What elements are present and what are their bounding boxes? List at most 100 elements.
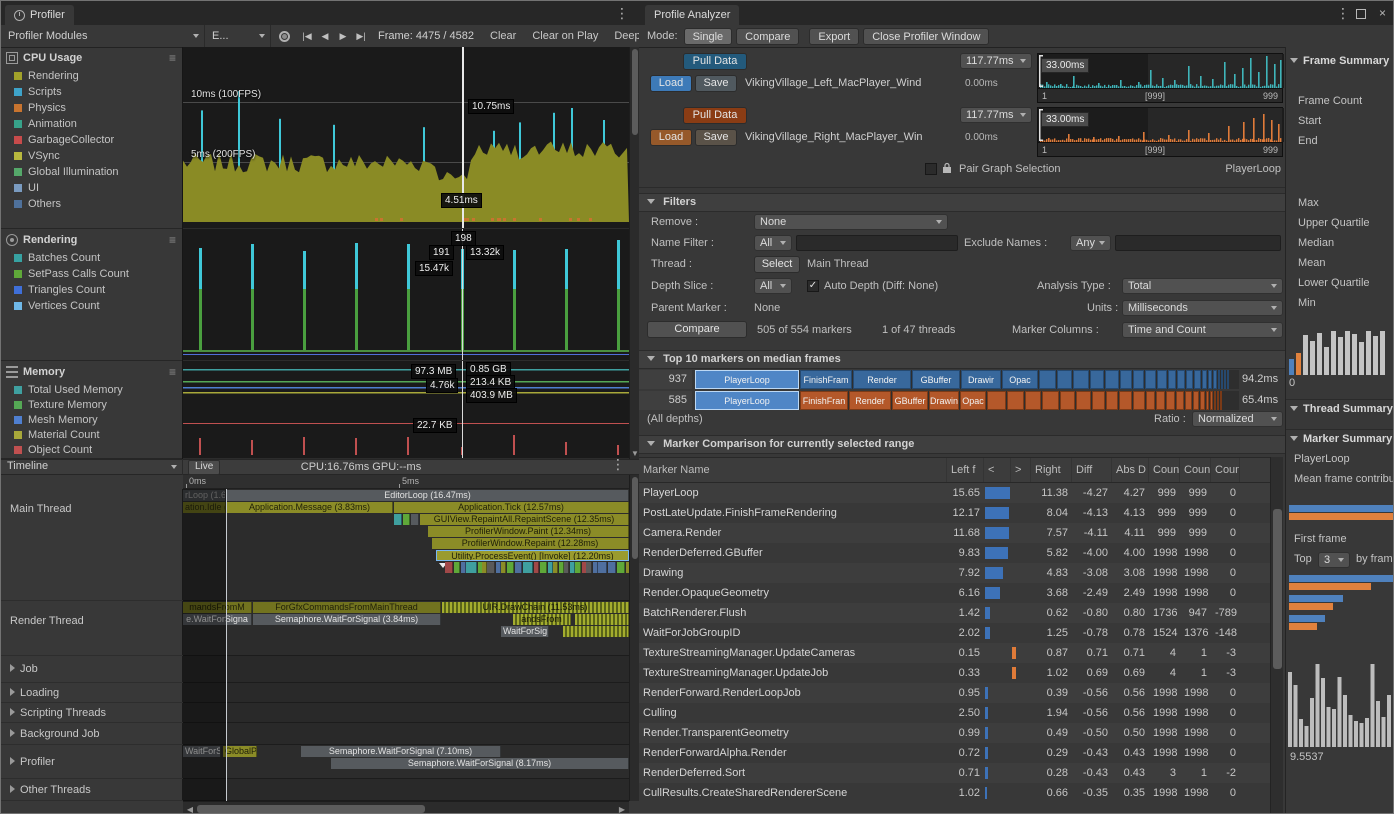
legend-item[interactable]: Rendering [1,68,182,84]
frame-time-graph[interactable]: 33.00ms1[999]999 [1037,53,1283,103]
timeline-block[interactable]: ForGfxCommandsFromMainThread [253,602,441,613]
marker-segment[interactable] [1213,370,1217,389]
ratio-dropdown[interactable]: Normalized [1192,411,1283,427]
save-button[interactable]: Save [695,75,737,92]
window-menu-icon[interactable]: ⋮ [615,4,629,22]
auto-depth-checkbox[interactable]: ✓ [807,280,819,292]
timeline-block[interactable] [445,562,453,573]
marker-segment[interactable] [1090,370,1104,389]
marker-segment[interactable] [1025,391,1041,410]
timeline-block[interactable] [403,514,410,525]
timeline-block[interactable] [540,562,547,573]
legend-item[interactable]: SetPass Calls Count [1,266,182,282]
timeline-menu-icon[interactable]: ⋮ [611,455,625,473]
legend-item[interactable]: GarbageCollector [1,132,182,148]
depth-slice-dropdown[interactable]: All [754,278,792,294]
marker-segment[interactable] [1206,391,1209,410]
maximize-icon[interactable] [1356,9,1366,19]
marker-segment[interactable]: FinishFram [800,370,852,389]
timeline-block[interactable]: UIR.DrawChain (11.53ms) [442,602,629,613]
timeline-block[interactable]: Semaphore.WaitForSignal (3.84ms) [253,614,441,625]
name-filter-mode-dropdown[interactable]: All [754,235,792,251]
legend-item[interactable]: Physics [1,100,182,116]
export-button[interactable]: Export [809,28,859,45]
module-header[interactable]: Memory≡ [1,361,182,382]
column-header[interactable]: Right [1031,458,1072,482]
marker-row[interactable]: TextureStreamingManager.UpdateJob0.331.0… [639,663,1270,683]
marker-segment[interactable] [1119,391,1132,410]
marker-segment[interactable] [1214,391,1216,410]
next-frame-button[interactable]: ▶ [334,31,352,42]
marker-segment[interactable] [1007,391,1024,410]
deep-profile-button[interactable]: Deep Profile [606,25,639,47]
timeline-block[interactable]: Semaphore.WaitForSignal (8.17ms) [331,758,629,769]
profiler-modules-dropdown[interactable]: Profiler Modules [1,25,205,47]
marker-segment[interactable] [1076,391,1091,410]
column-header[interactable]: Coun [1180,458,1211,482]
cpu-usage-chart[interactable]: 10ms (100FPS) 5ms (200FPS) 10.75ms 4.51m… [183,47,629,229]
column-header[interactable]: > [1011,458,1031,482]
legend-item[interactable]: VSync [1,148,182,164]
pair-graph-selection-checkbox[interactable] [925,163,937,175]
timeline-block[interactable] [553,562,558,573]
module-header[interactable]: Rendering≡ [1,229,182,250]
timeline-block[interactable]: GlobalP [223,746,257,757]
module-options-icon[interactable]: ≡ [169,51,176,65]
load-button[interactable]: Load [650,75,692,92]
legend-item[interactable]: Texture Memory [1,397,182,412]
clear-on-play-button[interactable]: Clear on Play [524,25,606,47]
marker-segment[interactable]: Drawir [961,370,1001,389]
legend-item[interactable]: Scripts [1,84,182,100]
top-count-dropdown[interactable]: 3 [1318,552,1350,568]
scroll-right-icon[interactable]: ▶ [616,805,628,814]
timeline-block[interactable]: Application.Tick (12.57ms) [394,502,629,513]
memory-chart-canvas[interactable] [183,361,629,459]
column-header[interactable]: Diff [1072,458,1112,482]
timeline-view-dropdown[interactable]: Timeline [1,459,183,475]
rendering-chart[interactable]: 198 191 13.32k 15.47k [183,229,629,361]
marker-segment[interactable]: Opac [960,391,986,410]
marker-segment[interactable] [1220,391,1222,410]
marker-segment[interactable]: PlayerLoop [695,391,799,410]
marker-segment[interactable] [1060,391,1075,410]
scroll-left-icon[interactable]: ◀ [184,805,196,814]
marker-segment[interactable]: GBuffer [912,370,960,389]
marker-row[interactable]: PostLateUpdate.FinishFrameRendering12.17… [639,503,1270,523]
marker-row[interactable]: RenderDeferred.Sort0.710.28-0.430.4331-2 [639,763,1270,783]
units-dropdown[interactable]: Milliseconds [1122,300,1283,316]
mode-single-button[interactable]: Single [684,28,733,45]
timeline-block[interactable]: Application.Message (3.83ms) [227,502,393,513]
scrollbar-thumb[interactable] [197,805,425,813]
marker-segment[interactable] [1227,370,1229,389]
timeline-block[interactable] [575,614,629,625]
timeline-thread-loading[interactable]: Loading [1,683,183,703]
remove-dropdown[interactable]: None [754,214,948,230]
marker-row[interactable]: RenderForwardAlpha.Render0.720.29-0.430.… [639,743,1270,763]
marker-segment[interactable] [1218,370,1220,389]
marker-row[interactable]: Render.TransparentGeometry0.990.49-0.500… [639,723,1270,743]
timeline-block[interactable]: Utility.ProcessEvent() [Invoke] (12.20ms… [436,550,629,561]
frame-summary-header[interactable]: Frame Summary [1290,55,1389,67]
marker-segment[interactable] [1176,391,1184,410]
marker-segment[interactable] [1185,391,1192,410]
marker-segment[interactable] [1057,370,1072,389]
foldout-icon[interactable] [10,729,15,737]
exclude-mode-dropdown[interactable]: Any [1070,235,1111,251]
timeline-vertical-scrollbar[interactable] [629,475,639,801]
marker-row[interactable]: Drawing7.924.83-3.083.08199819980 [639,563,1270,583]
marker-segment[interactable] [1210,391,1213,410]
close-icon[interactable]: × [1379,5,1386,21]
marker-row[interactable]: BatchRenderer.Flush1.420.62-0.800.801736… [639,603,1270,623]
timeline-block[interactable] [394,514,402,525]
module-header[interactable]: CPU Usage≡ [1,47,182,68]
foldout-icon[interactable] [10,708,15,716]
charts-vertical-scrollbar[interactable]: ▼ [629,47,639,459]
timeline-block[interactable]: ProfilerWindow.Paint (12.34ms) [428,526,629,537]
marker-segment[interactable] [1156,391,1165,410]
timeline-flame-graph[interactable]: rLoop (1.6EditorLoop (16.47ms)ation.Idle… [183,489,629,801]
marker-segment[interactable]: Drawin [929,391,959,410]
analysis-type-dropdown[interactable]: Total [1122,278,1283,294]
marker-segment[interactable] [1133,391,1145,410]
frame-time-dropdown[interactable]: 117.77ms [960,107,1032,123]
marker-segment[interactable] [1194,370,1201,389]
